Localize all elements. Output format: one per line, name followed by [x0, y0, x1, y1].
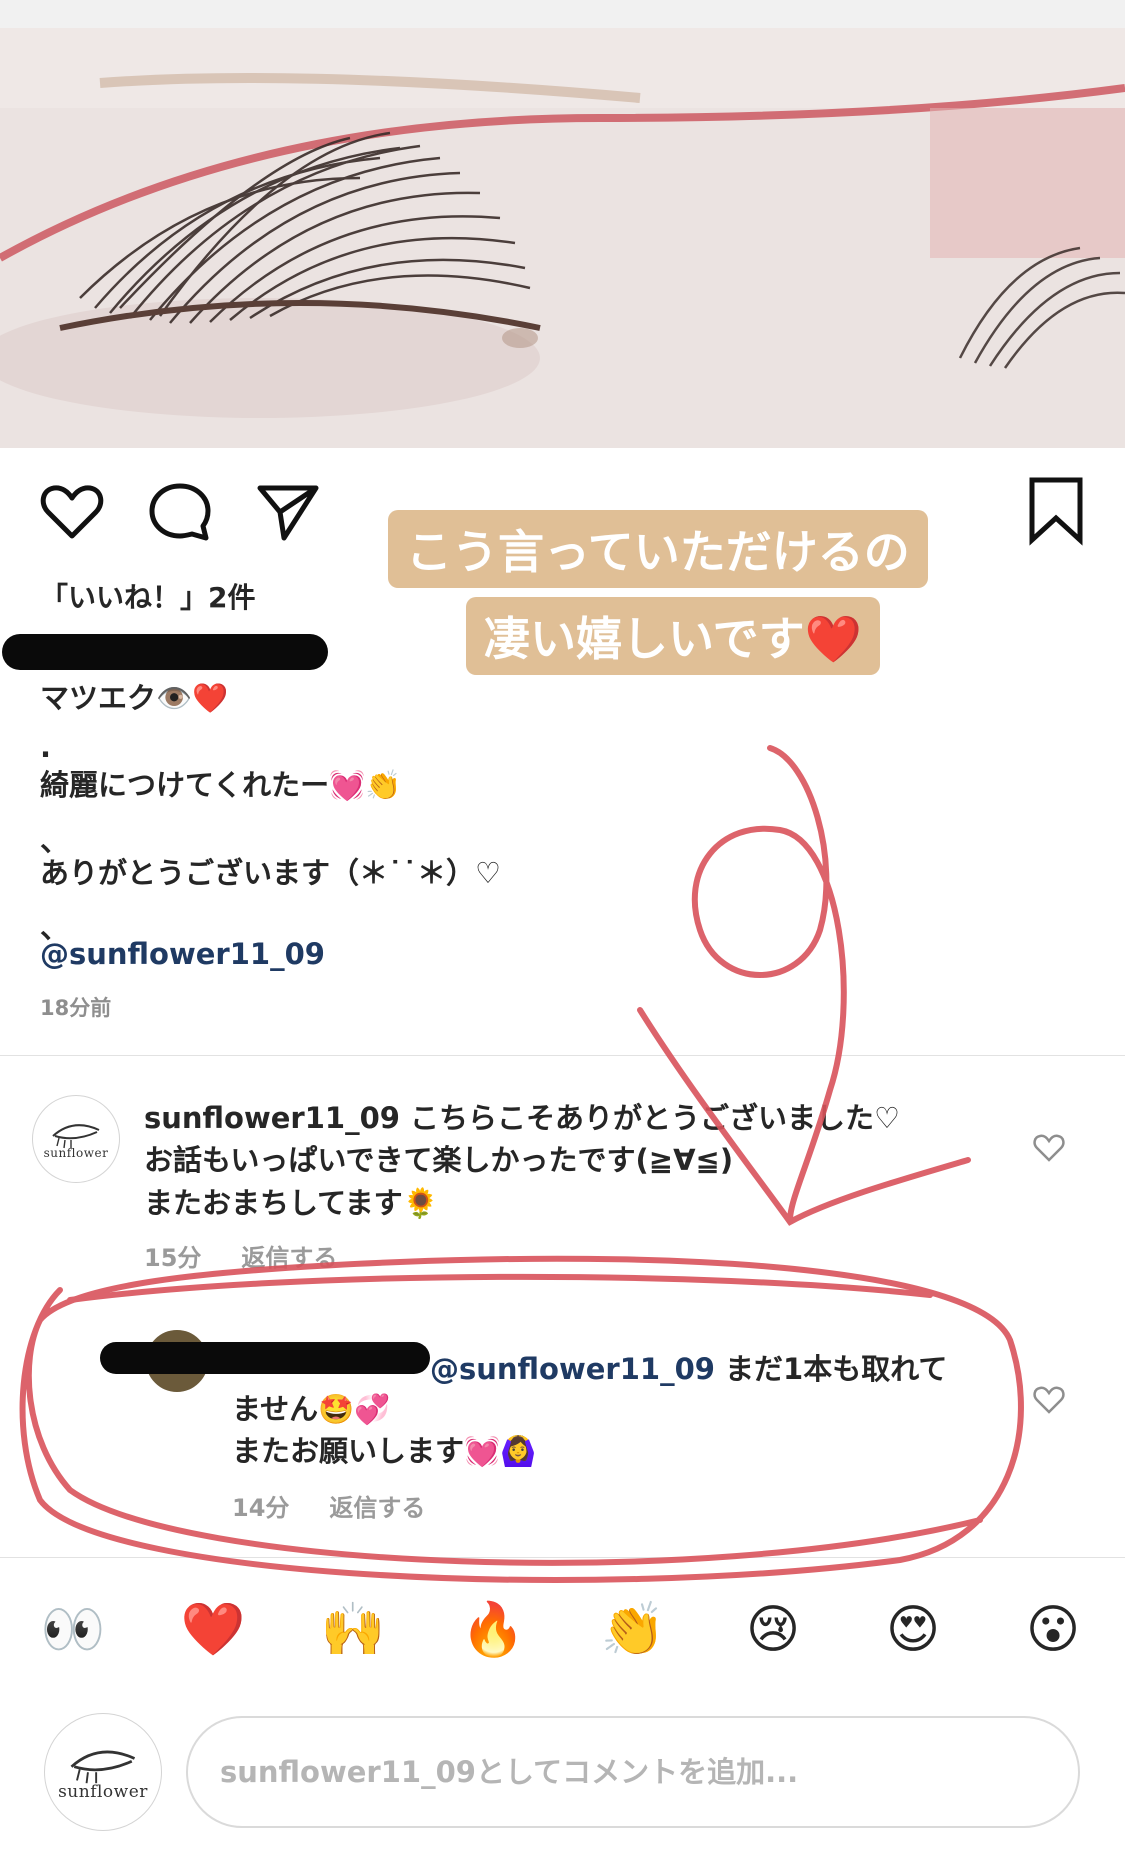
likes-count[interactable]: 「いいね！」2件 — [40, 576, 255, 616]
emoji-heart-button[interactable]: ❤️ — [178, 1595, 248, 1665]
caption-mention-link[interactable]: @sunflower11_09 — [40, 937, 325, 971]
emoji-reaction-bar: 👀 ❤️ 🙌 🔥 👏 😢 😍 😮 — [0, 1595, 1125, 1665]
caption-line: ありがとうございます（＊˙˙＊）♡ — [40, 856, 501, 890]
like-heart-icon[interactable] — [38, 478, 106, 546]
comment-line: またおまちしてます🌻 — [144, 1186, 439, 1220]
avatar-logo-text: sunflower — [58, 1782, 148, 1802]
current-user-avatar[interactable]: sunflower — [44, 1713, 162, 1831]
reply-button[interactable]: 返信する — [241, 1244, 337, 1272]
comment-line: ません🤩💞 — [232, 1392, 391, 1426]
emoji-eyes-button[interactable]: 👀 — [38, 1595, 108, 1665]
comment-input[interactable] — [186, 1716, 1080, 1828]
share-send-icon[interactable] — [254, 478, 322, 546]
comment-text: まだ1本も取れて — [714, 1352, 948, 1386]
emoji-clap-button[interactable]: 👏 — [598, 1595, 668, 1665]
comment-text: こちらこそありがとうございました♡ — [399, 1101, 901, 1135]
comment-meta: 15分 返信する — [144, 1238, 337, 1273]
bookmark-icon[interactable] — [1022, 474, 1090, 548]
comment-line: @sunflower11_09 まだ1本も取れて — [430, 1346, 947, 1388]
emoji-heart-eyes-button[interactable]: 😍 — [878, 1595, 948, 1665]
avatar-logo-text: sunflower — [43, 1146, 109, 1160]
emoji-fire-button[interactable]: 🔥 — [458, 1595, 528, 1665]
comment-username[interactable]: sunflower11_09 — [144, 1101, 400, 1135]
divider — [0, 1055, 1125, 1056]
post-timestamp: 18分前 — [40, 996, 112, 1020]
redacted-username — [2, 634, 328, 670]
emoji-surprised-button[interactable]: 😮 — [1018, 1595, 1088, 1665]
caption-line: マツエク👁️❤️ — [40, 681, 229, 715]
comment-like-heart-icon[interactable] — [1032, 1130, 1066, 1164]
story-text-label: こう言っていただけるの — [388, 510, 928, 588]
comment-line: お話もいっぱいできて楽しかったです(≧∀≦) — [144, 1143, 734, 1177]
comment-meta: 14分 返信する — [232, 1488, 425, 1523]
comment-like-heart-icon[interactable] — [1032, 1382, 1066, 1416]
post-image[interactable] — [0, 28, 1125, 448]
caption-line: . — [40, 730, 52, 764]
story-text-label: 凄い嬉しいです❤️ — [466, 597, 880, 675]
comment-timestamp: 14分 — [232, 1494, 290, 1522]
comment-mention-link[interactable]: @sunflower11_09 — [430, 1352, 715, 1386]
comment-line: sunflower11_09 こちらこそありがとうございました♡ — [144, 1095, 900, 1137]
comment-timestamp: 15分 — [144, 1244, 202, 1272]
emoji-raised-hands-button[interactable]: 🙌 — [318, 1595, 388, 1665]
comment-line: またお願いします💓🙆‍♀️ — [232, 1434, 537, 1468]
emoji-crying-button[interactable]: 😢 — [738, 1595, 808, 1665]
caption-line: 綺麗につけてくれたー💓👏 — [40, 768, 402, 802]
sunflower-logo-icon — [70, 1750, 136, 1784]
avatar[interactable]: sunflower — [32, 1095, 120, 1183]
comment-bubble-icon[interactable] — [146, 478, 214, 546]
redacted-username — [100, 1342, 430, 1374]
reply-button[interactable]: 返信する — [329, 1494, 425, 1522]
annotation-ellipse — [19, 1255, 1024, 1583]
divider — [0, 1557, 1125, 1558]
status-bar — [0, 0, 1125, 29]
